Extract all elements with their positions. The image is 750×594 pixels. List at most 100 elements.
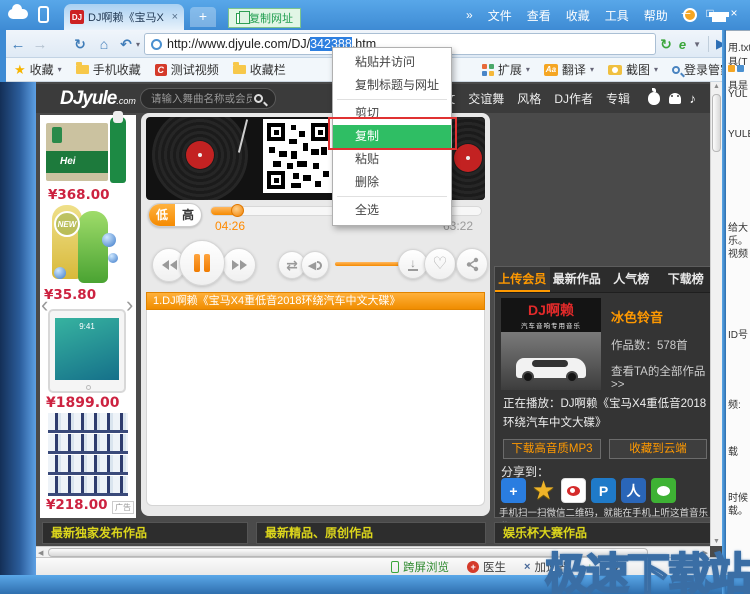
home-button[interactable]: ⌂ (94, 30, 114, 58)
site-logo-dot: .com (116, 96, 136, 106)
quality-low-option[interactable]: 低 (149, 204, 175, 226)
member-cover-image[interactable]: DJ啊赖 汽车音响专用音乐 (501, 298, 601, 390)
tab-latest-works[interactable]: 最新作品 (550, 267, 605, 292)
screenshot-dropdown-icon[interactable]: ▾ (654, 65, 658, 74)
minimize-button[interactable]: ─ (674, 0, 698, 26)
renren-icon[interactable]: 人 (621, 478, 646, 503)
volume-slider[interactable] (335, 262, 405, 266)
carousel-next-icon[interactable]: › (126, 295, 133, 315)
tab-close-icon[interactable]: × (172, 11, 178, 23)
doctor-button[interactable]: + 医生 (467, 559, 506, 575)
pause-button[interactable] (179, 240, 225, 286)
share-icons-row: + ★ P 人 (501, 478, 676, 503)
maximize-button[interactable]: □ (698, 0, 722, 26)
menu-item-delete[interactable]: 删除 (333, 171, 451, 194)
menu-help[interactable]: 帮助 (644, 7, 668, 24)
new-tab-button[interactable]: + (190, 7, 216, 27)
save-to-cloud-button[interactable]: 收藏到云端 (609, 439, 707, 459)
cross-screen-browse-button[interactable]: 跨屏浏览 (391, 559, 449, 575)
favorites-button[interactable]: ★ 收藏 ▾ (14, 61, 62, 78)
menu-item-paste-and-go[interactable]: 粘贴并访问 (333, 51, 451, 74)
pengyou-icon[interactable]: P (591, 478, 616, 503)
favorite-button[interactable]: ♡ (424, 248, 456, 280)
bshare-plus-icon[interactable]: + (501, 478, 526, 503)
wechat-icon[interactable] (651, 478, 676, 503)
apple-icon[interactable] (648, 92, 660, 105)
quality-high-option[interactable]: 高 (175, 204, 201, 226)
speed-mode-icon[interactable]: ↻ (660, 36, 672, 53)
nav-dj-author[interactable]: DJ作者 (554, 90, 593, 107)
close-button[interactable]: × (722, 0, 746, 26)
site-icon (151, 39, 162, 50)
search-box[interactable] (140, 88, 276, 109)
section-original-works[interactable]: 最新精品、原创作品 (256, 522, 486, 544)
quality-toggle[interactable]: 低 高 (148, 203, 202, 227)
ie-compat-icon[interactable]: e (679, 37, 686, 52)
carousel-prev-icon[interactable]: ‹ (41, 295, 48, 315)
forward-button[interactable]: → (30, 30, 50, 58)
volume-button[interactable]: ◀ (301, 251, 329, 279)
cloud-sync-icon[interactable] (8, 9, 28, 19)
undo-dropdown-icon[interactable]: ▾ (133, 30, 143, 58)
nav-album[interactable]: 专辑 (606, 90, 630, 107)
menu-file[interactable]: 文件 (488, 7, 512, 24)
water-bottles-image[interactable] (48, 413, 128, 495)
extensions-dropdown-icon[interactable]: ▾ (526, 65, 530, 74)
notepad-title-fragment: 用.txt (728, 39, 750, 54)
browser-tab[interactable]: DJ DJ啊赖《宝马X × (64, 4, 184, 30)
site-logo-text: DJyule (60, 88, 116, 109)
vertical-scroll-thumb[interactable] (712, 94, 721, 152)
menu-item-paste[interactable]: 粘贴 (333, 148, 451, 171)
progress-handle[interactable] (231, 204, 244, 217)
scroll-up-icon[interactable]: ▲ (713, 83, 720, 90)
menu-item-copy[interactable]: 复制 (333, 125, 451, 148)
qzone-star-icon[interactable]: ★ (531, 478, 556, 503)
tab-downloads[interactable]: 下载榜 (659, 267, 714, 292)
bookmark-mobile[interactable]: 手机收藏 (76, 61, 141, 78)
heineken-bottle-image[interactable] (110, 117, 126, 183)
extensions-button[interactable]: 扩展 ▾ (482, 61, 530, 78)
vertical-scrollbar[interactable]: ▲ ▼ (710, 82, 722, 546)
android-icon[interactable] (669, 93, 681, 104)
music-note-icon[interactable]: ♪ (690, 91, 697, 106)
favorites-dropdown-icon[interactable]: ▾ (58, 65, 62, 74)
section-exclusive-works[interactable]: 最新独家发布作品 (42, 522, 248, 544)
back-button[interactable]: ← (8, 30, 28, 58)
playlist-body[interactable] (146, 310, 485, 506)
view-all-works-link[interactable]: 查看TA的全部作品>> (611, 363, 713, 391)
bookmark-test-video[interactable]: C 测试视频 (155, 61, 219, 78)
menu-item-select-all[interactable]: 全选 (333, 199, 451, 222)
heineken-case-image[interactable]: Hei (46, 123, 108, 181)
translate-dropdown-icon[interactable]: ▾ (590, 65, 594, 74)
menu-tools[interactable]: 工具 (605, 7, 629, 24)
shampoo-bottle-green[interactable] (78, 211, 108, 283)
member-name[interactable]: 冰色铃音 (611, 307, 663, 326)
chevrons-icon[interactable]: » (466, 8, 473, 22)
screenshot-button[interactable]: 截图 ▾ (608, 61, 658, 78)
sina-weibo-icon[interactable] (561, 478, 586, 503)
bubble-decor (108, 253, 118, 263)
scroll-left-icon[interactable]: ◀ (38, 549, 43, 557)
bookmark-bar-folder[interactable]: 收藏栏 (233, 61, 286, 78)
notepad-text-fragment: 载 (728, 443, 738, 458)
playlist-current-item[interactable]: 1.DJ啊赖《宝马X4重低音2018环绕汽车中文大碟》 (146, 292, 485, 310)
search-icon[interactable] (254, 94, 263, 103)
tab-upload-member[interactable]: 上传会员 (495, 267, 550, 292)
menu-item-cut[interactable]: 剪切 (333, 102, 451, 125)
menu-view[interactable]: 查看 (527, 7, 551, 24)
ipad-image[interactable]: 9:41 (48, 309, 126, 393)
translate-button[interactable]: Aa 翻译 ▾ (544, 61, 594, 78)
next-button[interactable] (222, 248, 256, 282)
refresh-button[interactable]: ↻ (70, 30, 90, 58)
site-logo[interactable]: DJyule.com (60, 88, 136, 110)
search-input[interactable] (149, 92, 254, 106)
phone-sync-icon[interactable] (38, 6, 49, 23)
nav-ballroom[interactable]: 交谊舞 (468, 90, 504, 107)
share-button[interactable] (456, 248, 488, 280)
tab-popularity[interactable]: 人气榜 (604, 267, 659, 292)
menu-favorites[interactable]: 收藏 (566, 7, 590, 24)
menu-item-copy-title-url[interactable]: 复制标题与网址 (333, 74, 451, 97)
download-hq-mp3-button[interactable]: 下载高音质MP3 (503, 439, 601, 459)
compat-dropdown-icon[interactable]: ▼ (693, 40, 701, 49)
nav-style[interactable]: 风格 (517, 90, 541, 107)
